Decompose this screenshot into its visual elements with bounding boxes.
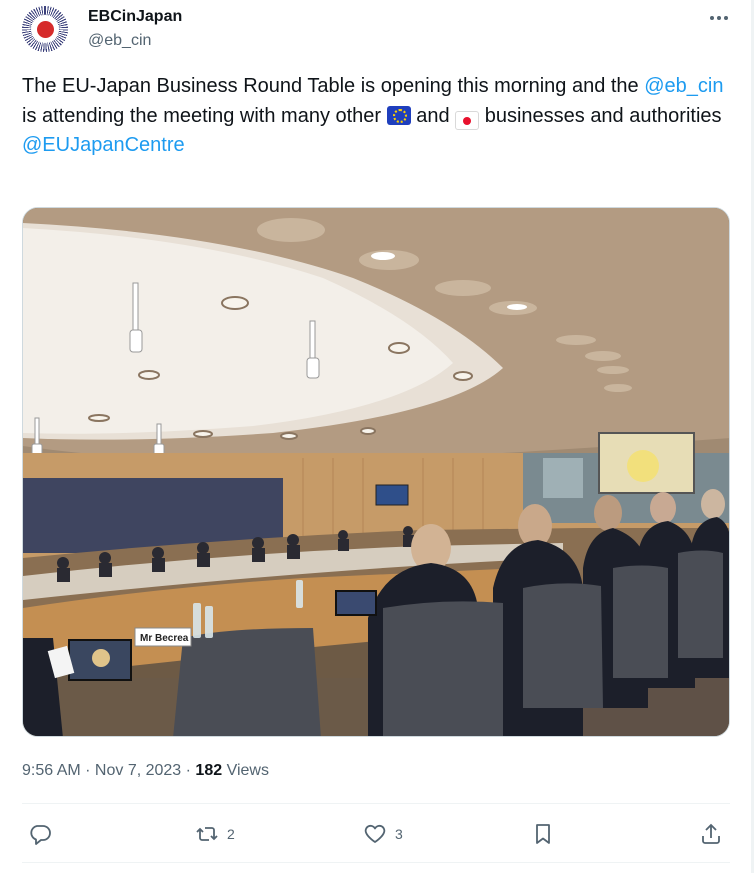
tweet-article: EBCinJapan @eb_cin The EU-Japan Business… [0,0,754,873]
avatar-red-dot [36,20,54,38]
more-dot [717,16,721,20]
tweet-text-segment: businesses and authorities [479,104,722,127]
divider [22,803,730,804]
like-count: 3 [395,826,403,842]
views-count[interactable]: 182 [195,762,222,779]
japan-flag-icon [455,111,480,130]
share-icon [702,823,720,844]
like-button[interactable]: 3 [363,819,403,849]
eu-flag-icon [386,105,411,125]
bookmark-icon [536,824,550,844]
tweet-text-segment: The EU-Japan Business Round Table is ope… [22,75,645,97]
retweet-button[interactable]: 2 [195,819,235,849]
mention-link-eb-cin[interactable]: @eb_cin [644,75,723,97]
avatar[interactable] [22,6,68,52]
bookmark-button[interactable] [531,819,555,849]
photo-nameplate-text: Mr Becrea [140,633,189,644]
meta-separator: · [181,762,196,779]
retweet-count: 2 [227,826,235,842]
tweet-photo[interactable]: Mr Becrea [22,207,730,737]
tweet-text-segment: and [410,104,456,127]
more-options-icon[interactable] [704,8,734,28]
meta-separator: · [80,762,95,779]
share-button[interactable] [699,819,723,849]
mention-link-eujapancentre[interactable]: @EUJapanCentre [22,134,185,156]
tweet-text-segment: is attending the meeting with many other [22,104,387,127]
tweet-text: The EU-Japan Business Round Table is ope… [22,72,734,161]
user-handle[interactable]: @eb_cin [88,31,151,51]
heart-icon [364,824,386,843]
display-name[interactable]: EBCinJapan [88,7,182,27]
retweet-icon [196,827,218,841]
divider [22,862,730,863]
tweet-metadata: 9:56 AM · Nov 7, 2023 · 182 Views [22,760,269,782]
more-dot [724,16,728,20]
reply-button[interactable] [28,819,60,849]
meeting-room-photo: Mr Becrea [23,208,729,736]
views-label[interactable]: Views [222,762,269,779]
tweet-date[interactable]: Nov 7, 2023 [95,762,181,779]
tweet-time[interactable]: 9:56 AM [22,762,81,779]
more-dot [710,16,714,20]
reply-icon [30,825,51,845]
avatar-ring [31,15,59,43]
